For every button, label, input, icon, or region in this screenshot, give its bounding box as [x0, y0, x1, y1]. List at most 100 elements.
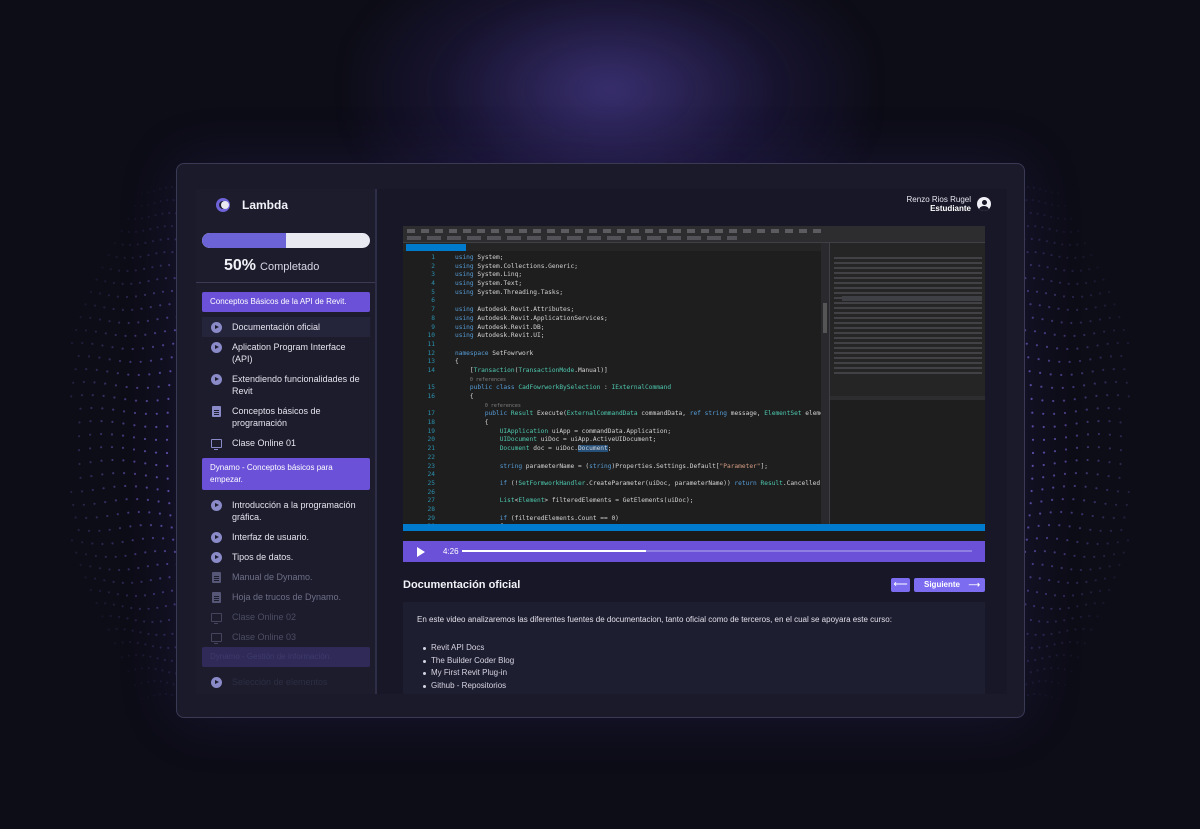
play-icon[interactable] [417, 546, 425, 557]
lesson-item[interactable]: Manual de Dynamo. [202, 567, 370, 587]
code-line: 19 UIApplication uiApp = commandData.App… [427, 427, 672, 435]
lesson-item[interactable]: Hoja de trucos de Dynamo. [202, 587, 370, 607]
lesson-label: Tipos de datos. [232, 552, 294, 562]
code-line: 9 using Autodesk.Revit.DB; [431, 323, 545, 331]
course-progress-bar [202, 233, 370, 248]
arrow-right-icon: ⟶ [968, 580, 980, 589]
lesson-label: Clase Online 01 [232, 438, 297, 448]
code-line: 18 { [427, 419, 489, 427]
ide-taskbar [403, 531, 985, 541]
lesson-main: Renzo Rios Rugel Estudiante 1 using Syste… [379, 189, 1007, 694]
code-line: 29 if (filteredElements.Count == 0) [427, 514, 619, 522]
code-line: 16 { [427, 393, 474, 400]
lesson-item[interactable]: Aplication Program Interface (API) [202, 337, 370, 369]
lesson-label: Conceptos básicos de programación [232, 406, 321, 428]
play-icon [210, 373, 222, 385]
progress-label: 50% Completado [224, 257, 319, 275]
code-line: 8 using Autodesk.Revit.ApplicationService… [431, 314, 608, 322]
user-name: Renzo Rios Rugel [906, 195, 971, 204]
lesson-item[interactable]: Conceptos básicos de programación [202, 401, 370, 433]
monitor-icon [210, 631, 222, 644]
user-menu[interactable]: Renzo Rios Rugel Estudiante [907, 195, 991, 213]
monitor-icon [210, 437, 222, 450]
video-seek-bar[interactable] [462, 550, 972, 552]
code-line: 1 using System; [431, 254, 504, 261]
lesson-item[interactable]: Clase Online 03 [202, 627, 370, 647]
user-role: Estudiante [930, 204, 971, 213]
resource-list: Revit API Docs The Builder Coder Blog My… [423, 642, 971, 692]
lesson-label: Introducción a la programación gráfica. [232, 500, 356, 522]
resource-link[interactable]: My First Revit Plug-in [423, 667, 971, 680]
lesson-item[interactable]: Clase Online 02 [202, 607, 370, 627]
lesson-nav: ⟵ Siguiente ⟶ [891, 578, 985, 592]
code-line: 10 using Autodesk.Revit.UI; [427, 332, 545, 340]
document-icon [210, 405, 222, 417]
description-text: En este video analizaremos las diferente… [417, 615, 892, 624]
code-line: 24 [427, 471, 435, 479]
module-header[interactable]: Dynamo - Gestión de información. [202, 647, 370, 667]
lesson-item[interactable]: Documentación oficial [202, 317, 370, 337]
divider [196, 282, 375, 283]
module-header[interactable]: Dynamo - Conceptos básicos para empezar. [202, 458, 370, 490]
lambda-logo-icon [216, 198, 234, 212]
lesson-label: Clase Online 02 [232, 612, 297, 622]
code-line: 14 [Transaction(TransactionMode.Manual)] [427, 366, 608, 374]
lesson-item[interactable]: Interfaz de usuario. [202, 527, 370, 547]
user-avatar-icon[interactable] [977, 197, 991, 211]
play-icon [210, 499, 222, 511]
module-header[interactable]: Conceptos Básicos de la API de Revit. [202, 292, 370, 312]
code-line: 12 namespace SetFowrwork [427, 349, 534, 357]
course-progress-fill [202, 233, 286, 248]
lesson-label: Manual de Dynamo. [232, 572, 313, 582]
code-line: 0 references [469, 376, 507, 383]
lesson-item[interactable]: Clase Online 01 [202, 433, 370, 453]
code-editor: 1 using System; 2 using System.Collections.… [403, 251, 839, 530]
code-line: 3 using System.Linq; [431, 271, 523, 279]
lesson-item[interactable]: Tipos de datos. [202, 547, 370, 567]
resource-link[interactable]: Revit API Docs [423, 642, 971, 655]
code-line: 13{ [427, 358, 459, 366]
video-controls: 4:26 [403, 541, 985, 562]
next-button[interactable]: Siguiente ⟶ [914, 578, 985, 592]
code-line: 5 using System.Threading.Tasks; [431, 288, 564, 296]
monitor-icon [210, 611, 222, 624]
ide-toolbar [403, 226, 985, 243]
laptop-frame: Lambda 50% Completado Conceptos Básicos … [176, 163, 1025, 718]
lesson-label: Hoja de trucos de Dynamo. [232, 592, 342, 602]
code-line: 22 [427, 453, 435, 461]
ide-tabs [403, 243, 821, 251]
previous-button[interactable]: ⟵ [891, 578, 910, 592]
play-icon [210, 341, 222, 353]
brand-name: Lambda [242, 198, 289, 212]
lesson-item[interactable]: Selección de elementos [202, 672, 370, 692]
progress-text: Completado [260, 261, 320, 273]
play-icon [210, 321, 222, 333]
editor-scrollbar [821, 243, 829, 524]
code-line: 7 using Autodesk.Revit.Attributes; [431, 306, 575, 314]
code-listing: 1 using System; 2 using System.Collections.… [403, 254, 839, 532]
code-line: 15 public class CadFowrworkBySelection :… [427, 384, 672, 392]
resource-link[interactable]: The Builder Coder Blog [423, 655, 971, 668]
app-screen: Lambda 50% Completado Conceptos Básicos … [196, 189, 1007, 694]
play-icon [210, 531, 222, 543]
code-line: 0 references [484, 402, 521, 409]
video-seek-fill [462, 550, 646, 552]
module-list: Conceptos Básicos de la API de Revit. Doc… [202, 292, 370, 692]
document-icon [210, 571, 222, 583]
lesson-item[interactable]: Extendiendo funcionalidades de Revit [202, 369, 370, 401]
code-line: 28 [427, 505, 435, 513]
video-player[interactable]: 1 using System; 2 using System.Collections.… [403, 226, 985, 562]
lesson-label: Selección de elementos [232, 677, 328, 687]
lesson-description: En este video analizaremos las diferente… [403, 602, 985, 694]
code-line: 21 Document doc = uiDoc.Document; [427, 445, 612, 453]
code-line: 6 [431, 297, 435, 305]
code-line: 2 using System.Collections.Generic; [431, 262, 578, 270]
brand[interactable]: Lambda [196, 191, 375, 219]
lesson-item[interactable]: Introducción a la programación gráfica. [202, 495, 370, 527]
code-line: 11 [427, 340, 435, 348]
code-line: 27 List<Element> filteredElements = GetE… [427, 497, 694, 505]
lesson-title: Documentación oficial [403, 579, 521, 591]
code-line: 17 public Result Execute(ExternalCommand… [427, 410, 839, 418]
code-line: 23 string parameterName = (string)Proper… [427, 462, 768, 470]
resource-link[interactable]: Github - Repositorios [423, 680, 971, 693]
